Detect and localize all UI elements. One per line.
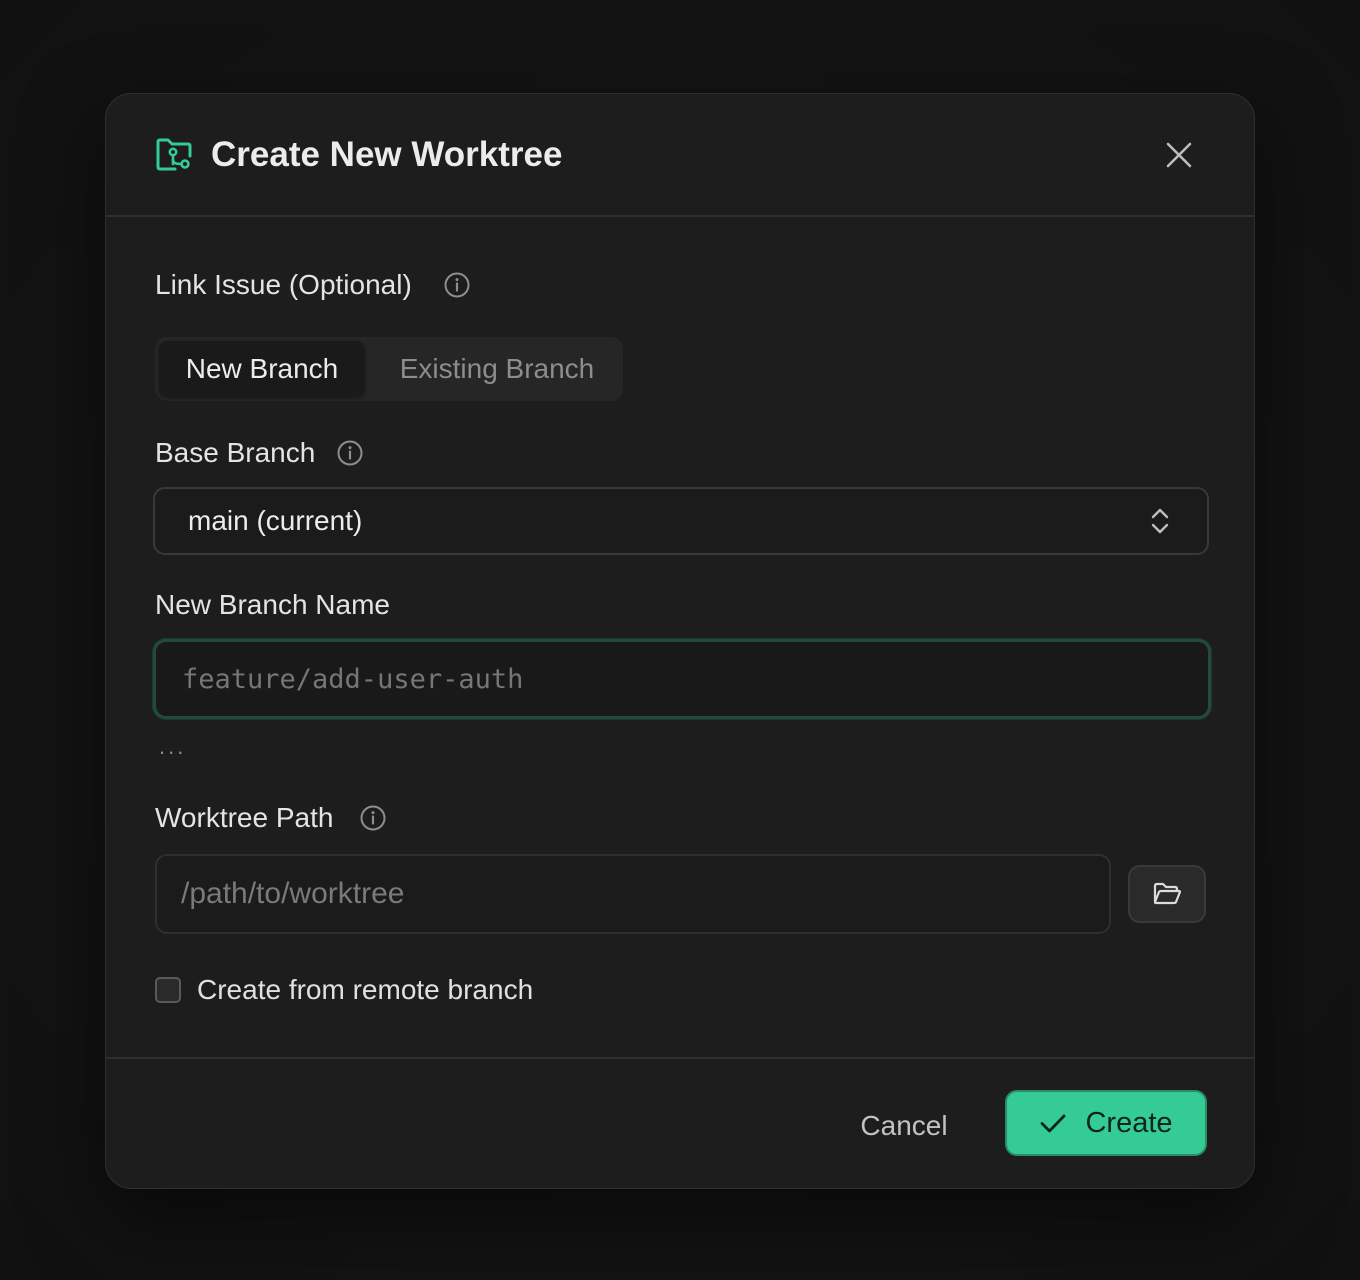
info-icon[interactable] [359,804,387,832]
cancel-button[interactable]: Cancel [839,1101,969,1151]
dialog-header: Create New Worktree [106,94,1254,217]
close-button[interactable] [1156,132,1202,178]
create-button-label: Create [1085,1107,1173,1139]
remote-branch-label[interactable]: Create from remote branch [197,973,533,1007]
create-button[interactable]: Create [1005,1090,1207,1156]
worktree-path-label: Worktree Path [155,802,334,833]
chevron-up-down-icon [1151,508,1169,534]
dialog-title: Create New Worktree [211,135,563,174]
branch-name-hint: ... [159,734,187,759]
browse-folder-button[interactable] [1128,865,1206,923]
new-branch-name-input[interactable] [153,639,1211,719]
create-worktree-dialog: Create New Worktree Link Issue (Optional… [105,93,1255,1189]
branch-mode-toggle: New Branch Existing Branch [155,337,623,401]
dialog-footer: Cancel Create [106,1057,1254,1188]
worktree-path-input[interactable] [155,854,1111,934]
new-branch-name-label: New Branch Name [155,589,390,620]
check-icon [1041,1114,1066,1133]
base-branch-value: main (current) [188,505,363,536]
tab-new-branch[interactable]: New Branch [159,341,365,397]
info-icon[interactable] [336,439,364,467]
link-issue-label: Link Issue (Optional) [155,269,412,300]
folder-open-icon [1153,882,1182,905]
info-icon[interactable] [443,271,471,299]
close-icon [1166,142,1192,168]
base-branch-label: Base Branch [155,437,316,468]
base-branch-select[interactable]: main (current) [153,487,1209,555]
folder-git-icon [156,138,192,171]
tab-existing-branch[interactable]: Existing Branch [377,341,617,397]
remote-branch-checkbox[interactable] [155,977,181,1003]
